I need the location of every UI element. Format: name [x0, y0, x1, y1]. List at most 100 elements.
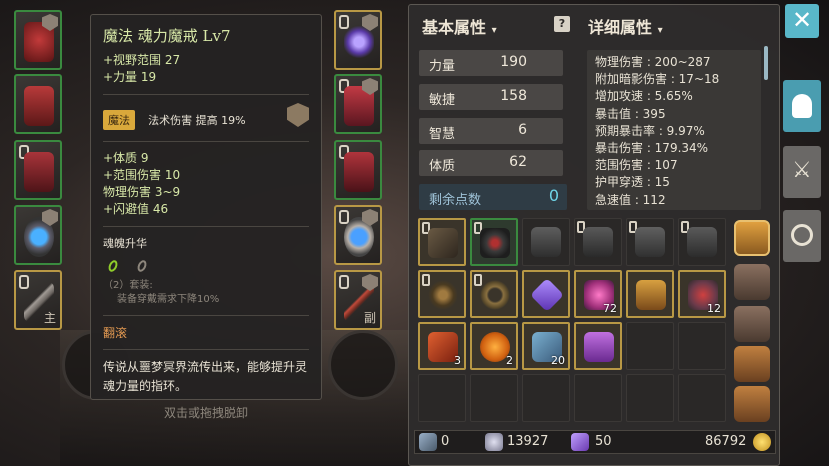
detail-attributes-header[interactable]: 详细属性 ▾: [588, 14, 663, 38]
detail-scrollbar[interactable]: [764, 46, 768, 80]
equip-slot-amulet[interactable]: [334, 10, 382, 70]
gloves-icon: [635, 227, 665, 257]
helmet-icon: [480, 228, 510, 258]
gold-coin-icon: [753, 433, 771, 451]
basic-attributes-header[interactable]: 基本属性 ▾: [422, 14, 497, 38]
set-bonus-line: 装备穿戴需求下降10%: [117, 294, 220, 305]
divider: [103, 141, 309, 142]
gold-count: 86792: [705, 434, 747, 449]
inventory-slot[interactable]: [470, 218, 518, 266]
equip-slot-main-weapon[interactable]: 主: [14, 270, 62, 330]
detail-line: 附加暗影伤害 : 17~18: [595, 72, 720, 87]
inventory-slot[interactable]: [574, 218, 622, 266]
equip-slot-ring-left[interactable]: [14, 205, 62, 265]
stat-label: 体质: [429, 159, 456, 174]
close-button[interactable]: ✕: [785, 4, 819, 38]
soul-icon: [485, 433, 503, 451]
item-tooltip: 魔法 魂力魔戒 Lv7 +视野范围 27 +力量 19 魔法 法术伤害 提高 1…: [90, 14, 322, 400]
inventory-slot[interactable]: [678, 218, 726, 266]
item-title: 魔法 魂力魔戒 Lv7: [103, 27, 231, 45]
inventory-slot-empty[interactable]: [678, 374, 726, 422]
gems-count: 50: [595, 434, 612, 449]
item-count: 72: [603, 302, 617, 315]
remaining-points: 剩余点数 0: [419, 184, 567, 210]
bag-button-2[interactable]: [734, 264, 770, 300]
equip-slot-helmet[interactable]: [14, 10, 62, 70]
tab-equipment[interactable]: [783, 80, 821, 132]
keys-count: 0: [441, 434, 450, 449]
stat-label: 智慧: [429, 127, 456, 142]
inventory-slot-empty[interactable]: [574, 374, 622, 422]
attr-line: 物理伤害 3~9: [103, 185, 181, 199]
inventory-slot[interactable]: 2: [470, 322, 518, 370]
bag-button-1[interactable]: [734, 220, 770, 256]
tag-row: 魔法 法术伤害 提高 19%: [103, 103, 309, 133]
inventory-slot[interactable]: [626, 270, 674, 318]
basic-attributes-title: 基本属性: [422, 18, 487, 37]
scene-disc-right: [328, 330, 398, 400]
equip-slot-chest[interactable]: [14, 74, 62, 134]
equip-slot-gloves[interactable]: [334, 74, 382, 134]
detail-stats-list[interactable]: 物理伤害 : 200~287 附加暗影伤害 : 17~18 增加攻速 : 5.6…: [587, 50, 761, 210]
chevron-down-icon: ▾: [491, 25, 497, 36]
tag-effect: 法术伤害 提高 19%: [148, 114, 246, 127]
inventory-slot[interactable]: [418, 270, 466, 318]
scroll-icon: [636, 280, 666, 310]
detail-line: 暴击值 : 395: [595, 106, 666, 121]
inventory-slot[interactable]: 3: [418, 322, 466, 370]
equip-slot-boots[interactable]: [334, 140, 382, 200]
item-count: 20: [551, 354, 565, 367]
resource-bar: 0 13927 50 86792: [414, 430, 776, 454]
key-icon: [419, 433, 437, 451]
tab-skills[interactable]: ⚔: [783, 146, 821, 198]
stat-label: 力量: [429, 59, 456, 74]
boots-icon: [687, 227, 717, 257]
inventory-slot-empty[interactable]: [626, 374, 674, 422]
item-count: 2: [506, 354, 513, 367]
stat-agility: 敏捷 158: [419, 84, 563, 110]
stat-label: 敏捷: [429, 93, 456, 108]
detail-line: 预期暴击率 : 9.97%: [595, 123, 705, 138]
detail-line: 范围伤害 : 107: [595, 158, 678, 173]
equip-slot-ring-right[interactable]: [334, 205, 382, 265]
inventory-slot[interactable]: 72: [574, 270, 622, 318]
attr-line: +力量 19: [103, 70, 157, 84]
equip-slot-legs[interactable]: [14, 140, 62, 200]
tab-settings[interactable]: [783, 210, 821, 262]
help-icon[interactable]: ?: [554, 16, 570, 32]
inventory-slot[interactable]: 20: [522, 322, 570, 370]
leg-armor-icon: [583, 227, 613, 257]
inventory-slot-empty[interactable]: [626, 322, 674, 370]
equip-slot-off-weapon[interactable]: 副: [334, 270, 382, 330]
attr-line: +视野范围 27: [103, 53, 181, 67]
potion-icon: [584, 332, 614, 362]
inventory-slot[interactable]: [522, 270, 570, 318]
gem-icon: [571, 433, 589, 451]
inventory-slot[interactable]: [522, 218, 570, 266]
inventory-slot[interactable]: 12: [678, 270, 726, 318]
inventory-slot[interactable]: [574, 322, 622, 370]
bag-button-4[interactable]: [734, 346, 770, 382]
divider: [103, 94, 309, 95]
bag-button-3[interactable]: [734, 306, 770, 342]
magic-tag: 魔法: [103, 110, 135, 130]
off-hand-label: 副: [363, 311, 376, 325]
soul-slot-empty-icon: [135, 258, 149, 274]
inventory-slot[interactable]: [626, 218, 674, 266]
bag-button-5[interactable]: [734, 386, 770, 422]
inventory-slot-empty[interactable]: [418, 374, 466, 422]
main-hand-label: 主: [43, 311, 56, 325]
item-count: 12: [707, 302, 721, 315]
inventory-slot[interactable]: [418, 218, 466, 266]
divider: [103, 315, 309, 316]
set-bonus-line: （2）套装:: [103, 280, 153, 291]
inventory-slot[interactable]: [470, 270, 518, 318]
stat-constitution: 体质 62: [419, 150, 563, 176]
detail-line: 急速值 : 112: [595, 192, 666, 207]
inventory-slot-empty[interactable]: [678, 322, 726, 370]
crossed-swords-icon: ⚔: [792, 158, 812, 183]
inventory-slot-empty[interactable]: [470, 374, 518, 422]
inventory-slot-empty[interactable]: [522, 374, 570, 422]
remaining-points-label: 剩余点数: [429, 193, 482, 208]
item-count: 3: [454, 354, 461, 367]
